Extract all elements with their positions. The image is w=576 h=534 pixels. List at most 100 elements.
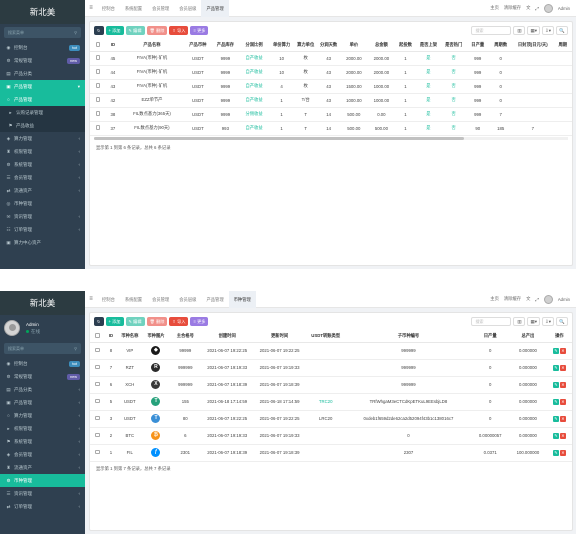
row-checkbox[interactable] — [95, 415, 100, 421]
sidebar-item[interactable]: ☰ 资讯管理 ‹ — [0, 487, 85, 500]
column-header[interactable]: 分润天数 — [317, 39, 341, 52]
column-header[interactable]: 操作 — [546, 330, 572, 343]
select-all-checkbox[interactable] — [95, 333, 100, 338]
home-link[interactable]: 主页 — [490, 296, 499, 302]
clear-cache-link[interactable]: 清除缓存 — [504, 5, 521, 11]
row-checkbox[interactable] — [95, 381, 100, 387]
column-header[interactable]: 总金额 — [367, 39, 396, 52]
row-checkbox[interactable] — [95, 364, 100, 370]
sidebar-item[interactable]: ◎ 币种管理 — [0, 197, 85, 210]
sidebar-item[interactable]: ⚙ 常规管理 new — [0, 370, 85, 383]
column-header[interactable]: 产品币种 — [184, 39, 212, 52]
column-header[interactable]: 分润比例 — [239, 39, 269, 52]
status-link[interactable]: 否 — [452, 97, 456, 102]
top-tab[interactable]: 会员管理 — [147, 291, 174, 308]
column-header[interactable]: 日产量 — [471, 330, 510, 343]
delete-icon[interactable]: ✕ — [559, 449, 566, 456]
table-row[interactable]: 1 FIL ƒ 2301 2021-06-07 19:18:39 2021-06-07 1… — [90, 444, 572, 462]
fullscreen-icon[interactable]: ⤢ — [535, 6, 538, 11]
sidebar-item[interactable]: ▣ 算力中心资产 — [0, 236, 85, 249]
table-row[interactable]: 6 XCH X 999999 2021-06-07 19:18:39 2021-06-07… — [90, 376, 572, 394]
import-button[interactable]: ⇪ 导入 — [169, 26, 189, 35]
sidebar-item[interactable]: ♜ 流通资产 ‹ — [0, 461, 85, 474]
row-checkbox[interactable] — [95, 125, 101, 130]
row-checkbox[interactable] — [95, 55, 101, 60]
sidebar-item[interactable]: ⚙ 系统管理 ‹ — [0, 158, 85, 171]
add-button[interactable]: + 添加 — [105, 317, 124, 326]
table-search-input[interactable]: 搜索 — [471, 317, 512, 326]
sidebar-item[interactable]: ⇄ 流通资产 ‹ — [0, 184, 85, 197]
export-button[interactable]: ⇩▾ — [541, 26, 554, 35]
sidebar-item[interactable]: ⇄ 订单管理 ‹ — [0, 500, 85, 513]
status-link[interactable]: 是 — [426, 97, 430, 102]
top-tab[interactable]: 产品管理 — [201, 0, 229, 17]
edit-icon[interactable]: ✎ — [552, 398, 559, 405]
status-link[interactable]: 是 — [426, 55, 430, 60]
row-checkbox[interactable] — [95, 69, 101, 74]
status-link[interactable]: 是 — [426, 83, 430, 88]
more-button[interactable]: ≡ 更多 — [190, 26, 209, 35]
import-button[interactable]: ⇪ 导入 — [169, 317, 189, 326]
edit-icon[interactable]: ✎ — [552, 449, 559, 456]
column-header[interactable]: 币种名称 — [117, 330, 143, 343]
table-row[interactable]: 43 FIVA(币种) 矿机 USDT 9999 自产收益 4 枚 43 1500.00 1000… — [90, 79, 572, 94]
column-header[interactable]: 主合格号 — [169, 330, 202, 343]
edit-icon[interactable]: ✎ — [552, 432, 559, 439]
fullscreen-icon[interactable]: ⤢ — [535, 297, 538, 302]
more-button[interactable]: ≡ 更多 — [190, 317, 209, 326]
top-tab[interactable]: 产品管理 — [201, 291, 228, 308]
table-row[interactable]: 3 USDT T 80 2021-06-07 19:22:25 2021-06-07 19… — [90, 410, 572, 428]
status-link[interactable]: 自产收益 — [245, 97, 262, 102]
column-header[interactable]: 币种图片 — [142, 330, 170, 343]
columns-button[interactable]: ▦▾ — [527, 26, 540, 35]
avatar[interactable] — [543, 294, 553, 304]
delete-icon[interactable]: ✕ — [559, 381, 566, 388]
row-checkbox[interactable] — [95, 111, 101, 116]
sidebar-item[interactable]: ⚙ 常规管理 new — [0, 54, 85, 67]
status-link[interactable]: 否 — [452, 125, 456, 130]
menu-toggle-icon[interactable]: ≡ — [85, 5, 97, 11]
column-header[interactable]: 是否上架 — [415, 39, 442, 52]
sidebar-item[interactable]: ⚑ 系统管理 ‹ — [0, 435, 85, 448]
home-link[interactable]: 主页 — [490, 5, 499, 11]
top-tab[interactable]: 会员层级 — [174, 0, 201, 17]
sidebar-item[interactable]: ▸ 权限管理 ‹ — [0, 422, 85, 435]
sidebar-item[interactable]: ☰ 会员管理 ‹ — [0, 171, 85, 184]
top-tab[interactable]: 币种管理 — [228, 291, 256, 308]
sidebar-item[interactable]: ▤ 产品分类 — [0, 67, 85, 80]
select-all-checkbox[interactable] — [95, 42, 101, 47]
top-tab[interactable]: 会员管理 — [147, 0, 174, 17]
column-header[interactable]: 总产出 — [509, 330, 547, 343]
menu-search[interactable]: 搜索菜单 ⚲ — [4, 27, 81, 38]
sidebar-item[interactable]: ♜ 权限管理 ‹ — [0, 145, 85, 158]
edit-button[interactable]: ✎ 编辑 — [125, 317, 145, 326]
column-header[interactable]: 创建时间 — [201, 330, 254, 343]
edit-icon[interactable]: ✎ — [552, 364, 559, 371]
status-link[interactable]: 否 — [452, 69, 456, 74]
sidebar-item[interactable]: ○ 产品管理 — [0, 93, 85, 106]
advanced-search-button[interactable]: 🔍 — [556, 317, 568, 326]
brand-logo[interactable]: 新北美 — [0, 0, 85, 24]
sidebar-item[interactable]: ◈ 算力管理 ‹ — [0, 132, 85, 145]
language-icon[interactable]: 文 — [526, 5, 530, 11]
column-header[interactable]: 是否热门 — [441, 39, 467, 52]
status-link[interactable]: 是 — [426, 125, 430, 130]
horizontal-scrollbar[interactable] — [94, 136, 568, 140]
delete-icon[interactable]: ✕ — [559, 398, 566, 405]
delete-icon[interactable]: ✕ — [559, 364, 566, 371]
top-tab[interactable]: 系统配置 — [120, 0, 147, 17]
sidebar-item[interactable]: ▸ 认购记录管理 — [0, 106, 85, 119]
edit-icon[interactable]: ✎ — [552, 381, 559, 388]
brand-logo[interactable]: 新北美 — [0, 291, 85, 315]
status-link[interactable]: 是 — [426, 69, 430, 74]
status-link[interactable]: 自产收益 — [245, 55, 262, 60]
sidebar-item[interactable]: ▣ 产品管理 ‹ — [0, 396, 85, 409]
column-header[interactable]: 日产量 — [466, 39, 490, 52]
table-row[interactable]: 44 FIVA(币种) 矿机 USDT 9999 自产收益 10 枚 43 2000.00 200… — [90, 65, 572, 80]
column-header[interactable]: 周期数 — [489, 39, 513, 52]
table-row[interactable]: 37 FIL数点基力(90天) USDT 993 自产收益 1 T 14 500.00 500.0… — [90, 121, 572, 136]
admin-name[interactable]: Admin — [558, 297, 570, 302]
advanced-search-button[interactable]: 🔍 — [556, 26, 568, 35]
row-checkbox[interactable] — [95, 449, 100, 455]
refresh-button[interactable]: ↻ — [94, 26, 104, 35]
